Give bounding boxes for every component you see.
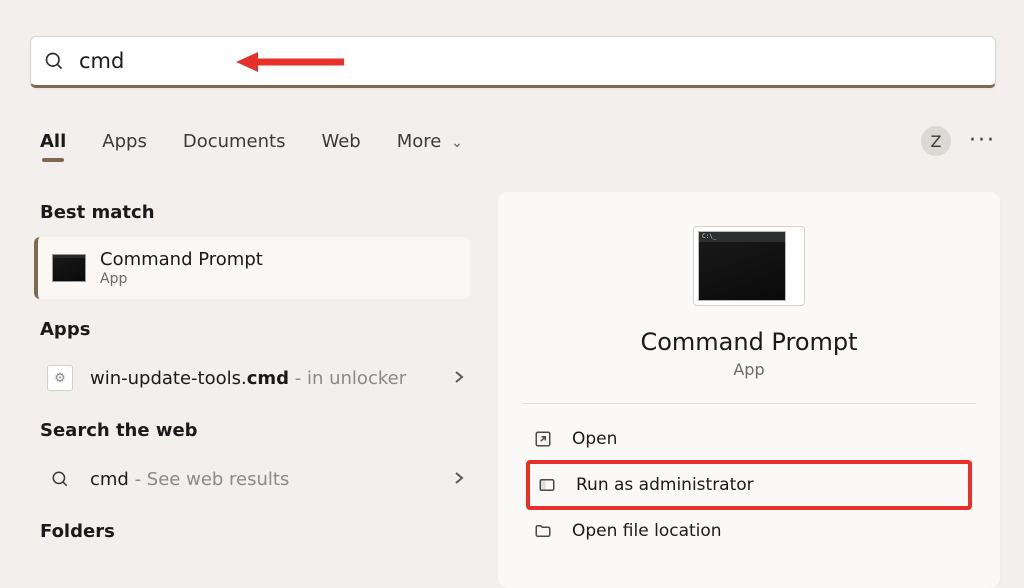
- best-match-heading: Best match: [40, 202, 470, 223]
- chevron-down-icon: ⌄: [451, 135, 463, 151]
- app-thumbnail: [693, 226, 805, 306]
- tab-label: Web: [321, 131, 360, 152]
- tab-apps[interactable]: Apps: [102, 131, 147, 152]
- tab-label: Documents: [183, 131, 286, 152]
- web-heading: Search the web: [40, 420, 470, 441]
- tab-label: All: [40, 131, 66, 152]
- preview-pane: Command Prompt App Open Run as administr…: [498, 192, 1000, 588]
- tab-all[interactable]: All: [40, 131, 66, 152]
- search-box[interactable]: [30, 36, 996, 88]
- search-icon: [46, 465, 74, 493]
- tab-web[interactable]: Web: [321, 131, 360, 152]
- chevron-right-icon: [454, 470, 464, 489]
- apps-heading: Apps: [40, 319, 470, 340]
- tab-label: Apps: [102, 131, 147, 152]
- user-avatar[interactable]: Z: [921, 126, 951, 156]
- action-label: Open file location: [572, 521, 722, 541]
- action-label: Run as administrator: [576, 475, 754, 495]
- tab-label: More: [397, 131, 442, 152]
- command-prompt-icon: [698, 231, 786, 301]
- open-icon: [532, 428, 554, 450]
- best-match-item[interactable]: Command Prompt App: [34, 237, 470, 299]
- divider: [522, 403, 976, 404]
- tab-documents[interactable]: Documents: [183, 131, 286, 152]
- result-title: Command Prompt: [100, 249, 263, 270]
- apps-result-item[interactable]: ⚙ win-update-tools.cmd - in unlocker: [40, 354, 470, 402]
- action-open[interactable]: Open: [518, 416, 980, 462]
- overflow-menu-button[interactable]: ···: [969, 130, 996, 152]
- search-icon: [43, 50, 65, 72]
- results-column: Best match Command Prompt App Apps ⚙ win…: [40, 196, 470, 556]
- result-text: win-update-tools.cmd - in unlocker: [90, 368, 454, 389]
- shield-icon: [536, 474, 558, 496]
- chevron-right-icon: [454, 369, 464, 388]
- result-text: cmd - See web results: [90, 469, 454, 490]
- search-tabs: All Apps Documents Web More ⌄ Z ···: [40, 124, 996, 158]
- preview-title: Command Prompt: [518, 328, 980, 356]
- web-result-item[interactable]: cmd - See web results: [40, 455, 470, 503]
- action-label: Open: [572, 429, 617, 449]
- tab-more[interactable]: More ⌄: [397, 131, 463, 152]
- folders-heading: Folders: [40, 521, 470, 542]
- cmd-file-icon: ⚙: [46, 364, 74, 392]
- preview-subtitle: App: [518, 360, 980, 379]
- folder-icon: [532, 520, 554, 542]
- result-subtitle: App: [100, 271, 263, 287]
- search-input[interactable]: [79, 49, 983, 73]
- avatar-initial: Z: [931, 132, 942, 151]
- action-open-file-location[interactable]: Open file location: [518, 508, 980, 554]
- action-run-as-admin[interactable]: Run as administrator: [526, 460, 972, 510]
- command-prompt-icon: [52, 254, 86, 282]
